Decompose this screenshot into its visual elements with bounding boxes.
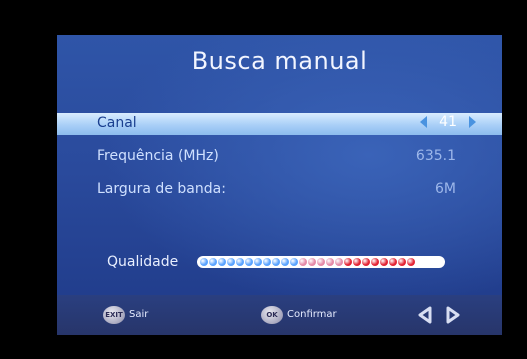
quality-segment xyxy=(317,258,325,266)
quality-segment xyxy=(299,258,307,266)
quality-segment xyxy=(389,258,397,266)
ok-button-icon[interactable]: OK xyxy=(261,306,283,324)
quality-bar xyxy=(197,256,445,268)
row-frequency[interactable]: Frequência (MHz) 635.1 xyxy=(57,146,502,168)
canal-value: 41 xyxy=(439,114,457,130)
quality-segment xyxy=(263,258,271,266)
quality-segment xyxy=(362,258,370,266)
footer-bar: EXIT Sair OK Confirmar xyxy=(57,295,502,335)
quality-segment xyxy=(308,258,316,266)
row-canal[interactable]: Canal 41 xyxy=(57,113,502,135)
frequency-value: 635.1 xyxy=(415,148,456,164)
bandwidth-label: Largura de banda: xyxy=(97,181,226,197)
quality-segment xyxy=(281,258,289,266)
exit-label: Sair xyxy=(129,309,149,320)
quality-segment xyxy=(200,258,208,266)
quality-segment xyxy=(245,258,253,266)
quality-segment xyxy=(344,258,352,266)
exit-button-icon[interactable]: EXIT xyxy=(103,306,125,324)
ok-label: Confirmar xyxy=(287,309,337,320)
quality-segment xyxy=(254,258,262,266)
arrow-right-icon[interactable] xyxy=(469,116,476,128)
quality-segment xyxy=(326,258,334,266)
quality-segment xyxy=(218,258,226,266)
row-bandwidth[interactable]: Largura de banda: 6M xyxy=(57,179,502,201)
quality-segment xyxy=(209,258,217,266)
manual-search-screen: Busca manual Canal 41 Frequência (MHz) 6… xyxy=(57,35,502,335)
quality-segment xyxy=(272,258,280,266)
quality-segment xyxy=(335,258,343,266)
nav-left-icon[interactable] xyxy=(418,306,432,324)
arrow-left-icon[interactable] xyxy=(420,116,428,128)
quality-segment xyxy=(407,258,415,266)
canal-selector[interactable]: 41 xyxy=(420,114,476,130)
nav-right-icon[interactable] xyxy=(446,306,460,324)
quality-segment xyxy=(398,258,406,266)
quality-segment xyxy=(236,258,244,266)
quality-segment xyxy=(290,258,298,266)
page-title: Busca manual xyxy=(191,47,368,75)
frequency-label: Frequência (MHz) xyxy=(97,148,219,164)
quality-segment xyxy=(227,258,235,266)
quality-label: Qualidade xyxy=(107,254,179,270)
quality-segment xyxy=(371,258,379,266)
bandwidth-value: 6M xyxy=(435,181,456,197)
quality-segment xyxy=(380,258,388,266)
canal-label: Canal xyxy=(97,115,137,131)
quality-segment xyxy=(353,258,361,266)
